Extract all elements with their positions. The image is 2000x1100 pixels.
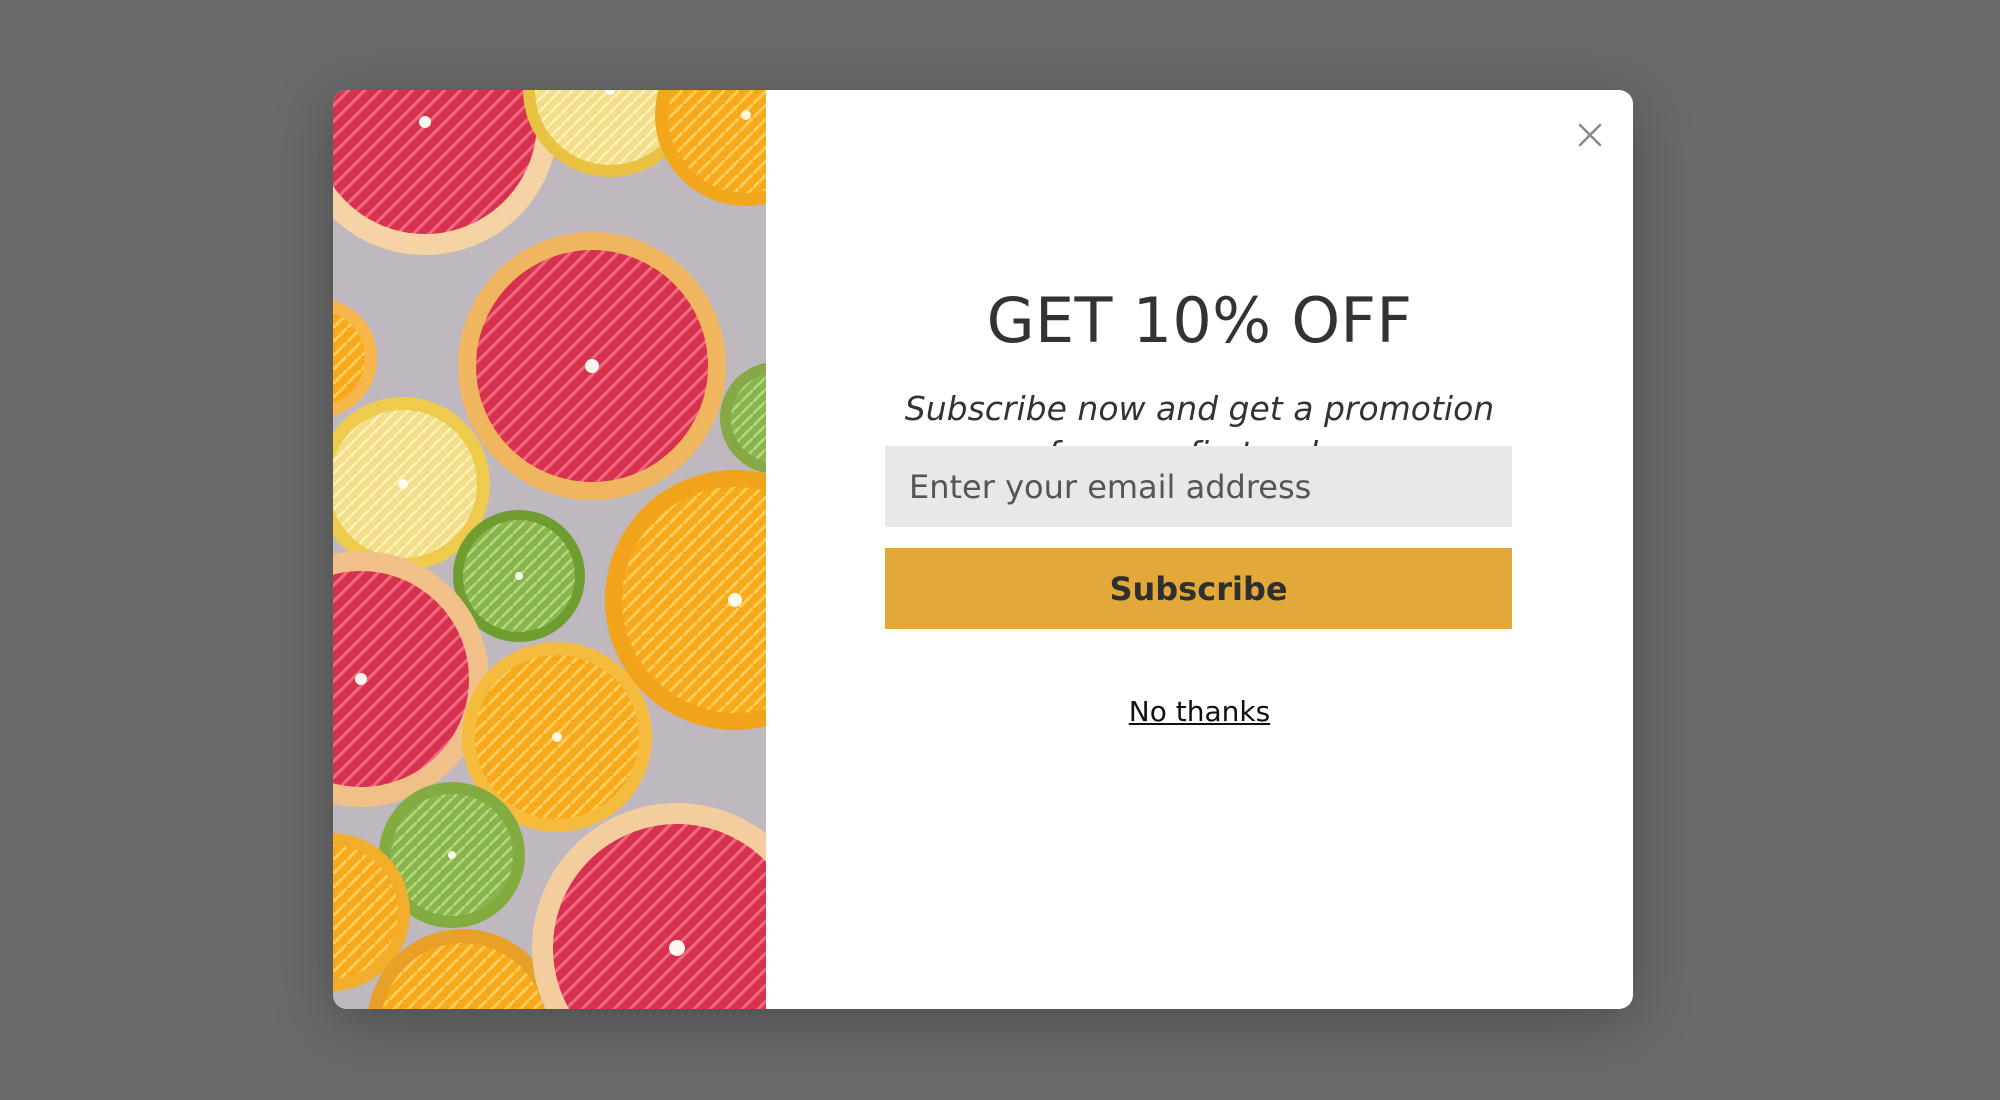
subscribe-popup: GET 10% OFF Subscribe now and get a prom… <box>333 90 1633 1009</box>
close-icon <box>1578 123 1602 147</box>
citrus-fruit-image <box>333 90 766 1009</box>
close-button[interactable] <box>1567 112 1613 158</box>
grapefruit-slice-icon <box>458 232 726 500</box>
popup-content: GET 10% OFF Subscribe now and get a prom… <box>766 90 1633 1009</box>
email-field[interactable] <box>885 446 1512 527</box>
popup-title: GET 10% OFF <box>986 284 1413 357</box>
subscribe-button[interactable]: Subscribe <box>885 548 1512 629</box>
no-thanks-link[interactable]: No thanks <box>766 692 1633 732</box>
